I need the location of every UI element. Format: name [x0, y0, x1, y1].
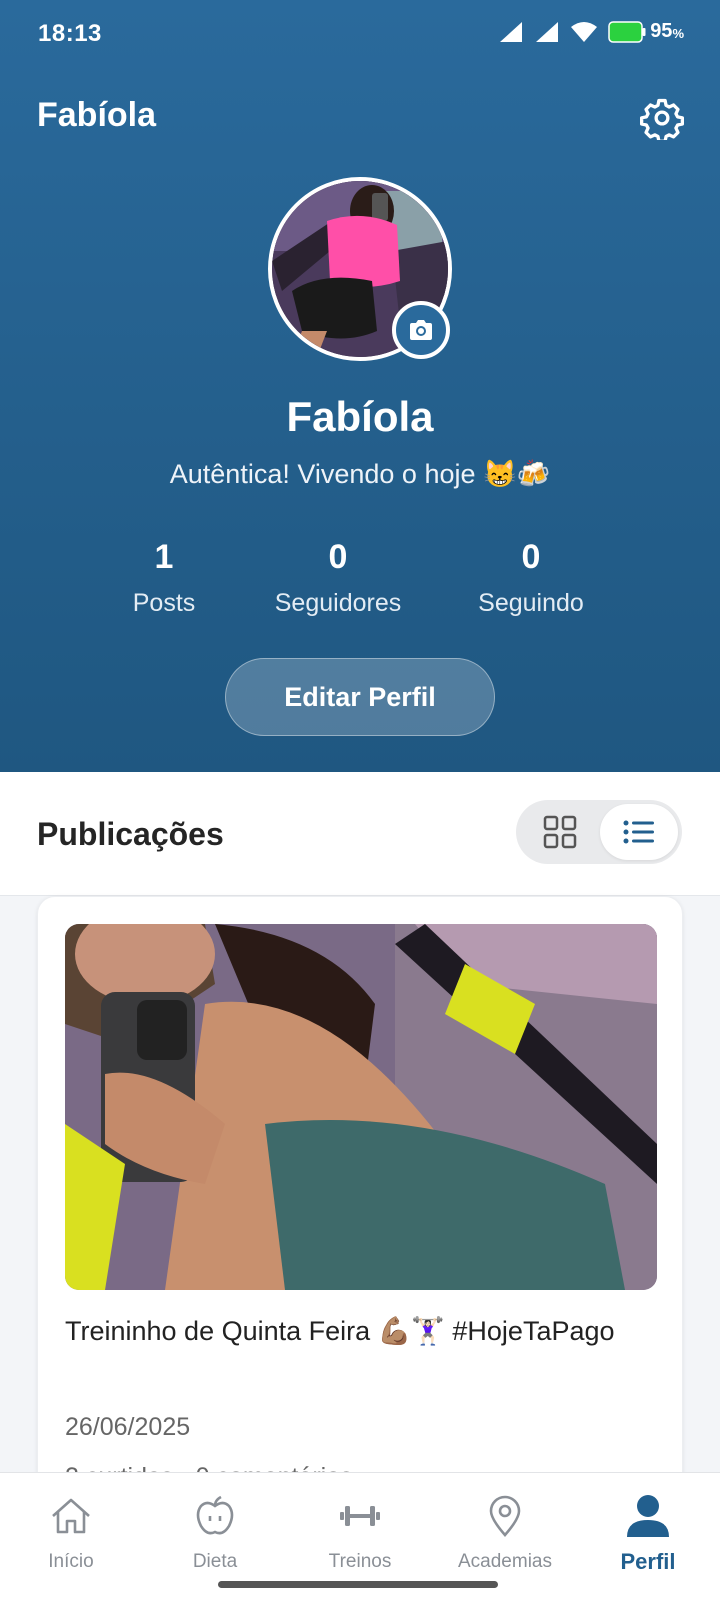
status-bar: 18:13 95% [0, 0, 720, 70]
nav-label: Treinos [328, 1551, 392, 1572]
publications-header: Publicações [0, 772, 720, 896]
stat-label: Seguidores [274, 589, 402, 617]
nav-item-dieta[interactable]: Dieta [150, 1491, 280, 1573]
post-caption: Treininho de Quinta Feira 💪🏽🏋🏻‍♀️ #HojeT… [65, 1316, 615, 1346]
home-indicator[interactable] [218, 1581, 498, 1588]
grid-view-button[interactable] [528, 808, 592, 856]
status-icons: 95% [498, 20, 684, 43]
stat-label: Posts [132, 589, 196, 617]
gear-icon [640, 98, 684, 143]
signal-icon [536, 21, 559, 42]
settings-button[interactable] [640, 96, 684, 143]
post-date: 26/06/2025 [65, 1413, 191, 1441]
stat-posts[interactable]: 1 Posts [64, 538, 264, 618]
nav-item-treinos[interactable]: Treinos [295, 1491, 425, 1573]
profile-header: 18:13 95% Fabíola Fabíola Autêntica! Viv… [0, 0, 720, 772]
list-view-button[interactable] [600, 804, 678, 860]
stat-following[interactable]: 0 Seguindo [431, 538, 631, 618]
post-image[interactable] [65, 924, 657, 1290]
grid-icon [543, 815, 577, 849]
location-pin-icon [489, 1495, 521, 1537]
avatar-container [268, 177, 452, 361]
home-icon [52, 1498, 90, 1534]
page-title: Fabíola [37, 96, 157, 134]
nav-item-academias[interactable]: Academias [440, 1491, 570, 1573]
edit-profile-button[interactable]: Editar Perfil [225, 658, 495, 736]
battery-unit: % [672, 26, 684, 41]
post-card[interactable]: Treininho de Quinta Feira 💪🏽🏋🏻‍♀️ #HojeT… [37, 896, 683, 1516]
publications-title: Publicações [37, 816, 224, 852]
stat-label: Seguindo [478, 589, 584, 617]
view-toggle [516, 800, 682, 864]
stat-value: 0 [521, 538, 541, 576]
bottom-nav: Início Dieta Treinos Academias Perfil [0, 1472, 720, 1600]
camera-icon [410, 320, 432, 340]
signal-icon [500, 21, 523, 42]
nav-item-inicio[interactable]: Início [6, 1491, 136, 1573]
profile-name: Fabíola [286, 393, 434, 440]
nav-label: Início [48, 1551, 94, 1572]
stat-value: 1 [154, 538, 174, 576]
wifi-icon [571, 21, 598, 42]
user-icon [627, 1495, 669, 1537]
stat-value: 0 [328, 538, 348, 576]
nav-label: Dieta [192, 1551, 238, 1572]
change-photo-button[interactable] [392, 301, 450, 359]
apple-icon [196, 1495, 234, 1535]
battery-indicator: 95% [608, 20, 684, 43]
battery-percent: 95 [650, 20, 673, 42]
list-icon [623, 820, 654, 844]
battery-icon [608, 20, 646, 43]
status-time: 18:13 [38, 20, 102, 47]
dumbbell-icon [340, 1506, 380, 1526]
nav-label: Academias [458, 1551, 552, 1572]
nav-label: Perfil [620, 1549, 676, 1574]
nav-item-perfil[interactable]: Perfil [583, 1491, 713, 1575]
stat-followers[interactable]: 0 Seguidores [238, 538, 438, 618]
profile-bio: Autêntica! Vivendo o hoje 😸🍻 [169, 459, 551, 489]
